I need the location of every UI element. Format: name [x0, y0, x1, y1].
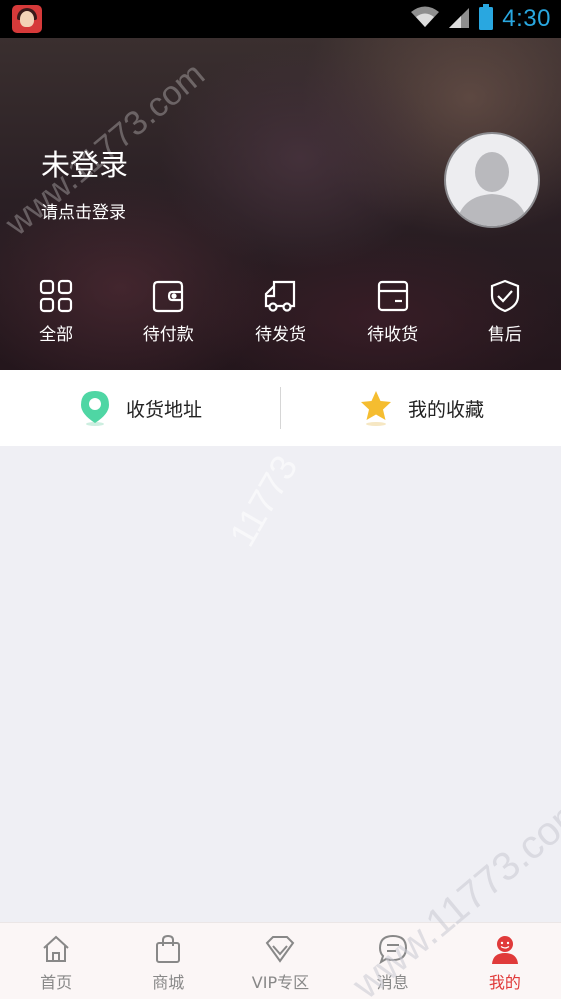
diamond-icon	[266, 936, 295, 963]
status-icons: 4:30	[410, 0, 551, 38]
user-name[interactable]: 未登录	[41, 142, 128, 184]
tab-mine[interactable]: 我的	[449, 923, 561, 999]
avatar[interactable]	[444, 132, 540, 228]
tab-label: 首页	[40, 973, 73, 992]
order-item-to-ship[interactable]: 待发货	[224, 278, 336, 358]
order-item-all[interactable]: 全部	[0, 278, 112, 358]
user-icon	[491, 936, 518, 964]
grid-icon	[39, 279, 73, 313]
order-menu: 全部 待付款 待发货 待收货 售后	[0, 278, 561, 358]
truck-icon	[265, 280, 296, 312]
location-pin-icon	[80, 391, 109, 426]
tab-label: 我的	[488, 973, 521, 992]
app-icon	[12, 5, 42, 33]
order-item-label: 售后	[487, 325, 522, 345]
profile-header: 未登录 请点击登录 全部 待付款 待发货 待收货 售后 www.11773.co…	[0, 38, 561, 370]
chat-icon	[378, 934, 407, 965]
battery-icon	[478, 3, 494, 35]
order-item-label: 待付款	[142, 325, 194, 345]
star-icon	[360, 391, 391, 426]
shortcut-label: 收货地址	[125, 398, 202, 421]
order-item-unpaid[interactable]: 待付款	[112, 278, 224, 358]
tab-label: 消息	[376, 973, 409, 992]
tab-home[interactable]: 首页	[0, 923, 112, 999]
signal-icon	[448, 5, 470, 33]
tab-label: VIP专区	[251, 973, 310, 992]
tab-messages[interactable]: 消息	[337, 923, 449, 999]
tab-vip[interactable]: VIP专区	[224, 923, 336, 999]
wallet-icon	[153, 280, 184, 313]
order-item-label: 待收货	[367, 325, 419, 345]
shield-icon	[490, 279, 519, 313]
order-item-to-receive[interactable]: 待收货	[337, 278, 449, 358]
bottom-tab-bar: 首页 商城 VIP专区 消息 我的	[0, 922, 561, 999]
watermark: 11773	[221, 448, 306, 554]
wifi-icon	[410, 5, 440, 33]
order-item-after-sales[interactable]: 售后	[449, 278, 561, 358]
status-time: 4:30	[502, 5, 551, 32]
tab-label: 商城	[152, 973, 185, 992]
order-item-label: 待发货	[254, 325, 306, 345]
home-icon	[43, 935, 69, 962]
box-icon	[377, 280, 408, 312]
my-favorites-button[interactable]: 我的收藏	[281, 370, 561, 446]
order-item-label: 全部	[39, 325, 74, 345]
tab-mall[interactable]: 商城	[112, 923, 224, 999]
shopping-bag-icon	[156, 934, 181, 963]
default-avatar-icon	[456, 152, 528, 226]
shipping-address-button[interactable]: 收货地址	[0, 370, 280, 446]
status-bar: 4:30	[0, 0, 561, 38]
shortcut-label: 我的收藏	[407, 398, 484, 421]
shortcut-row: 收货地址 我的收藏	[0, 370, 561, 446]
login-hint[interactable]: 请点击登录	[41, 198, 126, 223]
